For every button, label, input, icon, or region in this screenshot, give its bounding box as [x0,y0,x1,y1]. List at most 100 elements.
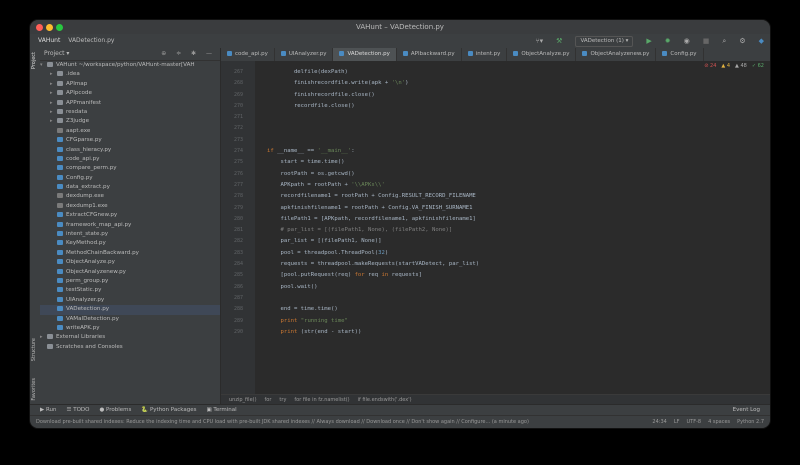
tree-item[interactable]: ▸ resdata [40,108,220,117]
code-line[interactable]: 280 filePath1 = [APKpath, recordfilename… [221,214,770,225]
code-line[interactable]: 272 [221,123,770,134]
chevron-right-icon[interactable]: ▸ [50,117,57,126]
code-line[interactable]: 269 finishrecordfile.close() [221,90,770,101]
bottom-tool-tab[interactable]: ☰ TODO [67,407,90,413]
editor-tab[interactable]: code_api.py [221,48,275,61]
chevron-right-icon[interactable]: ▸ [50,108,57,117]
breadcrumb-item[interactable]: try [279,397,286,403]
bottom-tool-tab[interactable]: ● Problems [99,407,131,413]
editor-tab[interactable]: UIAnalyzer.py [275,48,334,61]
tree-item[interactable]: ExtractCFGnew.py [40,211,220,220]
file-encoding[interactable]: UTF-8 [687,416,702,428]
code-line[interactable]: 271 [221,112,770,123]
tree-item[interactable]: aapt.exe [40,127,220,136]
project-tool-tab[interactable]: Project [31,52,37,69]
coverage-icon[interactable]: ◉ [684,34,690,48]
tree-item[interactable]: ▸ External Libraries [40,333,220,342]
code-line[interactable]: 275 start = time.time() [221,157,770,168]
run-configuration-select[interactable]: VADetection (1) ▾ [575,35,634,47]
cursor-position[interactable]: 24:34 [652,416,666,428]
editor-tab[interactable]: intent.py [462,48,508,61]
tree-item[interactable]: ObjectAnalyze.py [40,258,220,267]
bottom-tool-tab[interactable]: 🐍 Python Packages [141,407,196,413]
tree-item[interactable]: VADetection.py [40,305,220,315]
tree-item[interactable]: MethodChainBackward.py [40,249,220,258]
tree-item[interactable]: ObjectAnalyzenew.py [40,268,220,277]
breadcrumb-item[interactable]: for [265,397,272,403]
search-icon[interactable]: ⌕ [722,34,726,48]
tree-item[interactable]: CFGparse.py [40,136,220,145]
line-separator[interactable]: LF [674,416,680,428]
close-window-button[interactable] [36,24,43,31]
bottom-tool-tab[interactable]: ▶ Run [40,407,57,413]
chevron-right-icon[interactable]: ▸ [50,89,57,98]
tree-item[interactable]: ▸ APImap [40,80,220,89]
debug-icon[interactable]: ✹ [665,34,671,48]
code-line[interactable]: 274 if __name__ == '__main__': [221,146,770,157]
tree-item[interactable]: perm_group.py [40,277,220,286]
editor-tab[interactable]: Config.py [656,48,704,61]
editor-tab[interactable]: APIbackward.py [397,48,462,61]
tree-item[interactable]: class_hieracy.py [40,146,220,155]
code-line[interactable]: 284 requests = threadpool.makeRequests(s… [221,259,770,270]
breadcrumb-file[interactable]: VADetection.py [68,37,114,44]
tree-item[interactable]: Scratches and Consoles [40,343,220,352]
code-line[interactable]: 270 recordfile.close() [221,101,770,112]
stop-icon[interactable]: ■ [703,34,710,48]
code-editor[interactable]: ⊘ 24 ▲ 4 ▲ 48 ✓ 62 267 delfile(dexPath) 2… [221,61,770,394]
breadcrumb-item[interactable]: for file in fz.namelist() [294,397,349,403]
code-line[interactable]: 286 pool.wait() [221,282,770,293]
tree-root[interactable]: ▾ VAHunt ~/workspace/python/VAHunt-master… [40,61,220,70]
code-line[interactable]: 277 APKpath = rootPath + '\\APKs\\' [221,180,770,191]
code-line[interactable]: 278 recordfilename1 = rootPath + Config.… [221,191,770,202]
code-line[interactable]: 290 print (str(end - start)) [221,327,770,338]
code-line[interactable]: 282 par_list = [(filePath1, None)] [221,236,770,247]
chevron-right-icon[interactable]: ▸ [50,80,57,89]
code-line[interactable]: 273 [221,135,770,146]
project-view-select[interactable]: Project ▾ [44,50,69,57]
chevron-right-icon[interactable]: ▸ [50,99,57,108]
code-line[interactable]: 276 rootPath = os.getcwd() [221,169,770,180]
tree-item[interactable]: dexdump1.exe [40,202,220,211]
indent-setting[interactable]: 4 spaces [708,416,730,428]
code-line[interactable]: 285 [pool.putRequest(req) for req in req… [221,270,770,281]
tree-item[interactable]: Config.py [40,174,220,183]
tree-item[interactable]: dexdump.exe [40,192,220,201]
play-icon[interactable]: ▶ [646,34,651,48]
minimize-window-button[interactable] [46,24,53,31]
code-line[interactable]: 283 pool = threadpool.ThreadPool(32) [221,248,770,259]
tree-item[interactable]: intent_state.py [40,230,220,239]
tree-item[interactable]: KeyMethod.py [40,239,220,248]
maximize-window-button[interactable] [56,24,63,31]
breadcrumb-project[interactable]: VAHunt [38,37,60,44]
tree-item[interactable]: ▸ .idea [40,70,220,79]
tree-item[interactable]: UIAnalyzer.py [40,296,220,305]
favorites-tool-tab[interactable]: Favorites [31,378,37,401]
vcs-icon[interactable]: ⑂▾ [535,34,543,48]
python-interpreter[interactable]: Python 2.7 [737,416,764,428]
settings-icon[interactable]: ⚙ [739,34,745,48]
tree-item[interactable]: framework_map_api.py [40,221,220,230]
tree-item[interactable]: ▸ APPmanifest [40,99,220,108]
plugin-icon[interactable]: ◆ [759,34,764,48]
breadcrumb-item[interactable]: if file.endswith('.dex') [358,397,412,403]
tree-item[interactable]: compare_perm.py [40,164,220,173]
tree-item[interactable]: writeAPK.py [40,324,220,333]
code-line[interactable]: 267 delfile(dexPath) [221,67,770,78]
code-line[interactable]: 289 print "running time" [221,316,770,327]
hammer-icon[interactable]: ⚒ [556,34,562,48]
editor-tab[interactable]: ObjectAnalyze.py [507,48,577,61]
code-line[interactable]: 279 apkfinishfilename1 = rootPath + Conf… [221,203,770,214]
editor-tab[interactable]: ObjectAnalyzenew.py [576,48,657,61]
tree-item[interactable]: ▸ APIpcode [40,89,220,98]
bottom-tool-tab[interactable]: ▣ Terminal [206,407,236,413]
code-line[interactable]: 287 [221,293,770,304]
code-line[interactable]: 288 end = time.time() [221,304,770,315]
tree-item[interactable]: code_api.py [40,155,220,164]
tree-item[interactable]: VAMalDetection.py [40,315,220,324]
chevron-right-icon[interactable]: ▸ [50,70,57,79]
status-message[interactable]: Download pre-built shared indexes: Reduc… [36,419,529,425]
tree-item[interactable]: data_extract.py [40,183,220,192]
editor-tab[interactable]: VADetection.py [333,48,397,61]
code-line[interactable]: 268 finishrecordfile.write(apk + '\n') [221,78,770,89]
